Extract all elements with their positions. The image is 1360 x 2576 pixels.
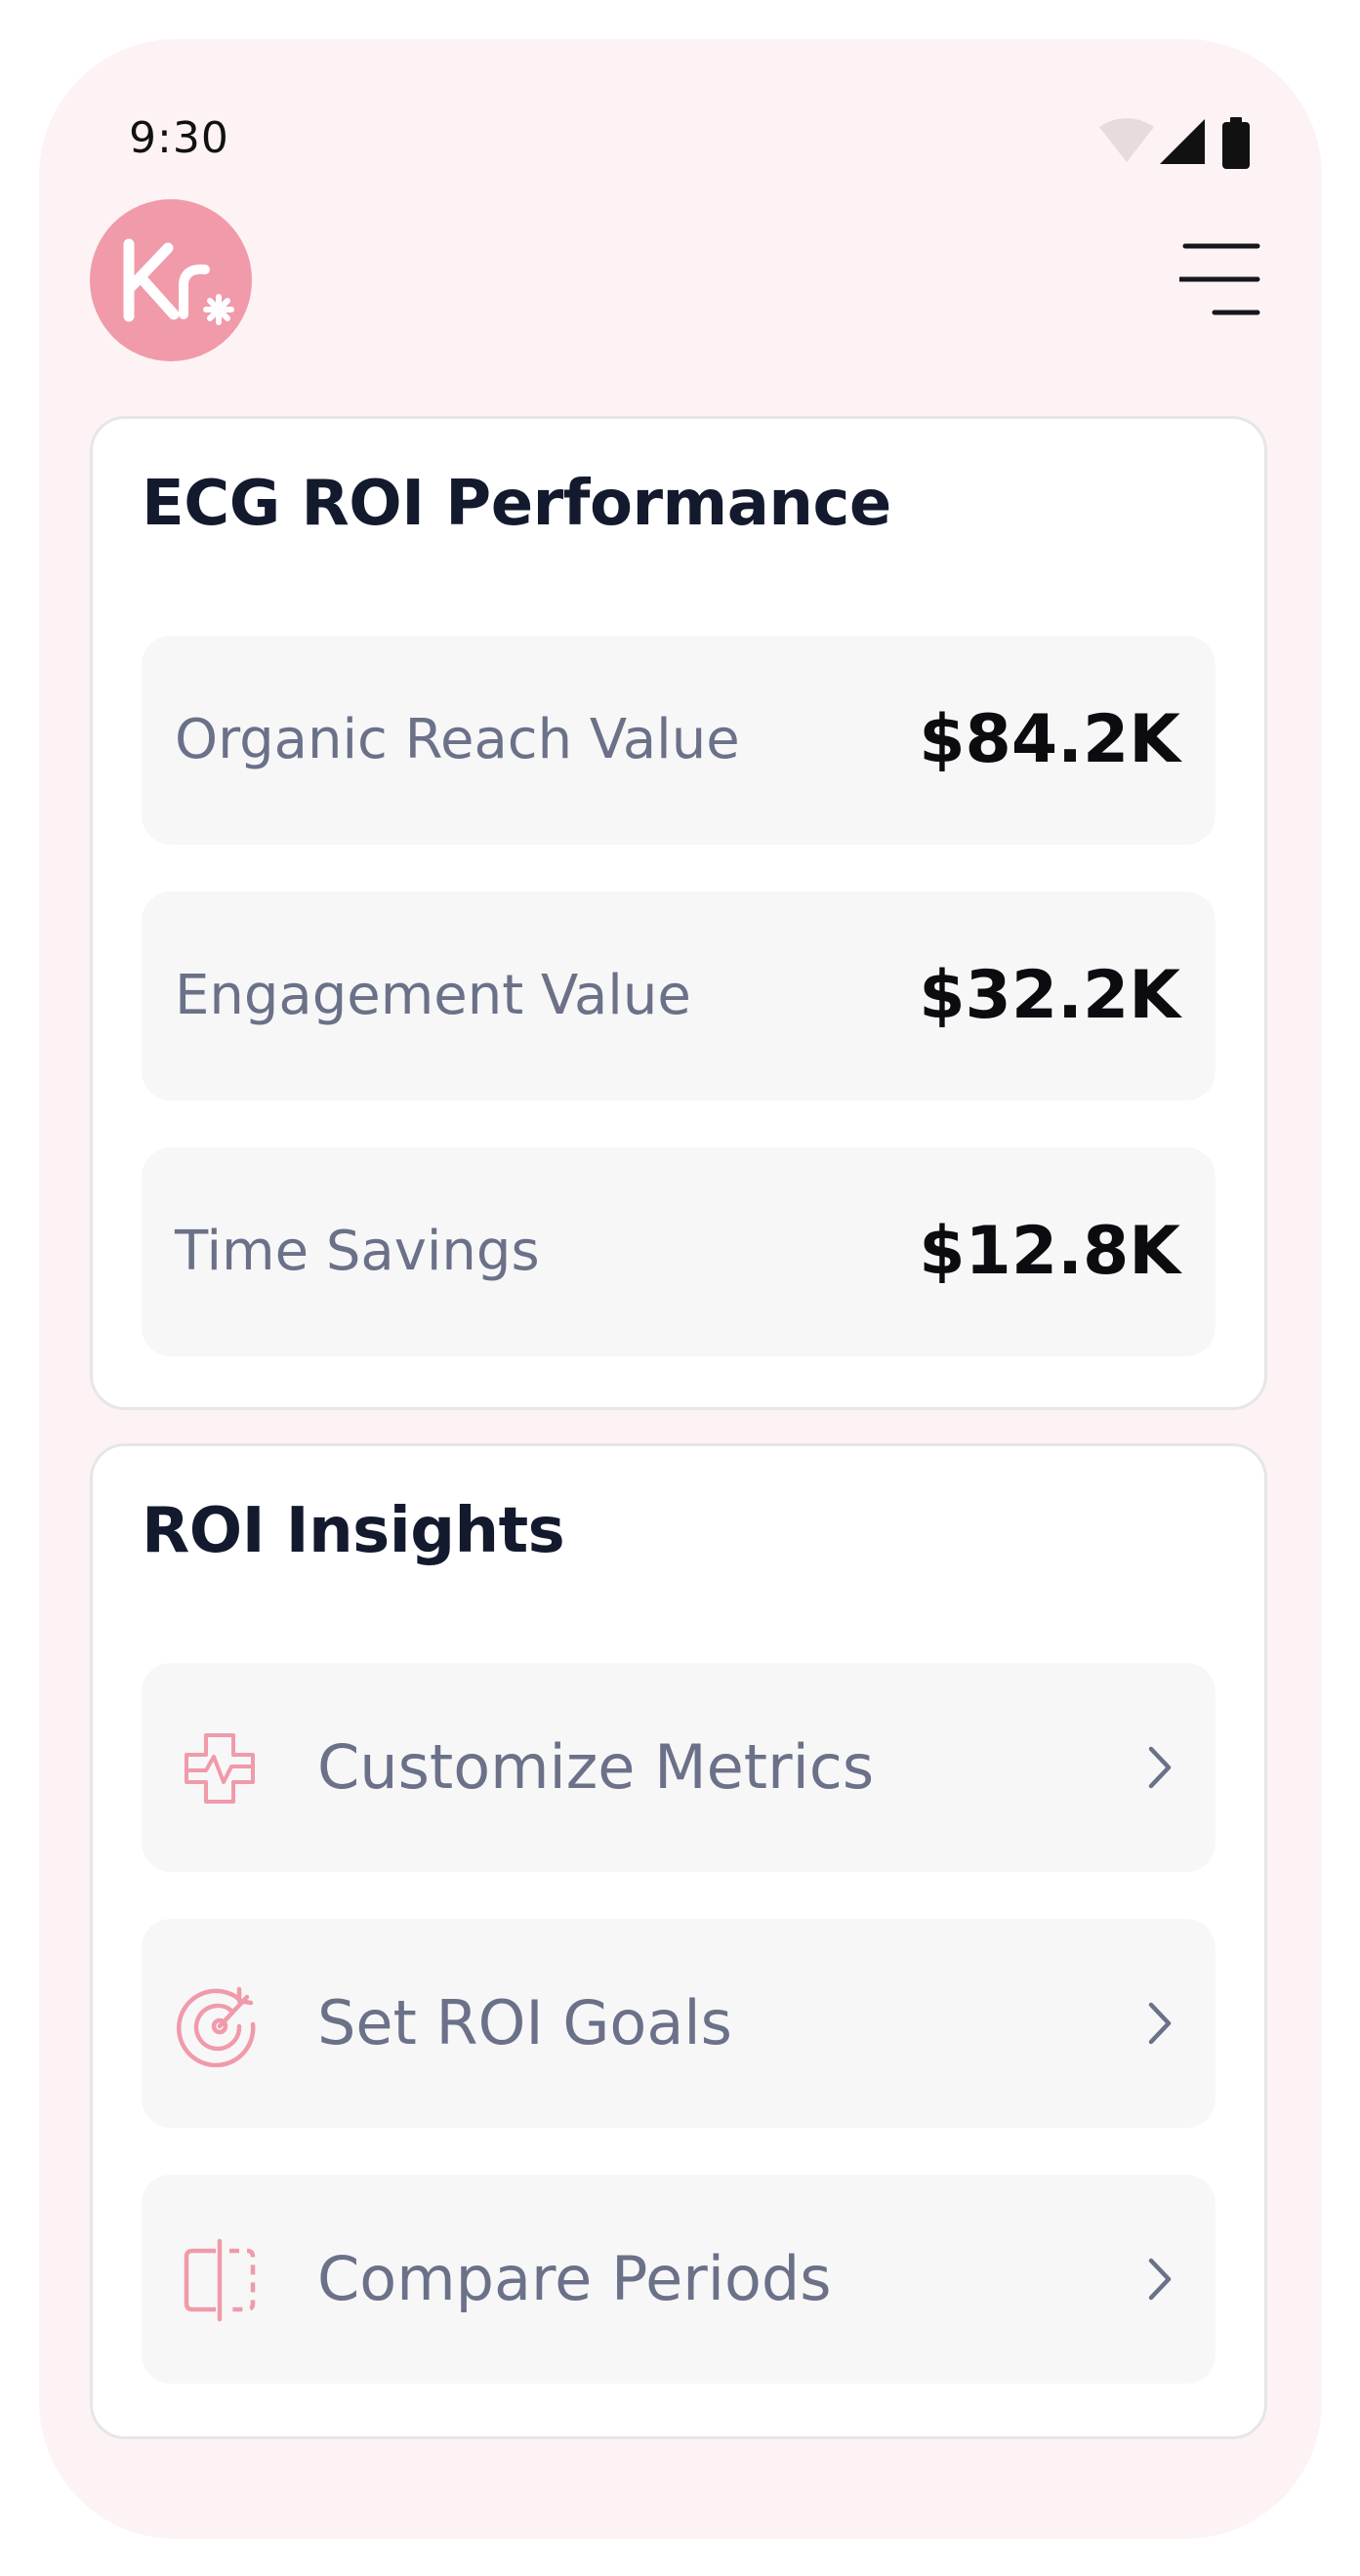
metric-label: Time Savings (175, 1220, 540, 1283)
heart-pulse-icon (185, 1733, 255, 1804)
compare-icon-wrap (177, 2237, 263, 2323)
battery-icon (1222, 117, 1250, 169)
app-logo[interactable] (90, 199, 252, 361)
heart-pulse-icon-wrap (177, 1725, 263, 1811)
metric-row-engagement: Engagement Value $32.2K (142, 892, 1216, 1101)
action-label: Set ROI Goals (317, 1987, 732, 2058)
status-icons (1097, 117, 1254, 170)
metric-label: Organic Reach Value (175, 708, 740, 771)
action-label: Compare Periods (317, 2243, 832, 2314)
roi-insights-card: ROI Insights Customize Metrics Set ROI G… (90, 1443, 1267, 2439)
metric-value: $84.2K (919, 701, 1180, 778)
wifi-icon (1099, 118, 1154, 162)
compare-icon (184, 2238, 256, 2322)
logo-mark-icon (123, 238, 234, 325)
roi-performance-card: ECG ROI Performance Organic Reach Value … (90, 416, 1267, 1410)
metric-row-time-savings: Time Savings $12.8K (142, 1147, 1216, 1356)
chevron-right-icon (1135, 1743, 1184, 1792)
compare-periods-button[interactable]: Compare Periods (142, 2175, 1216, 2384)
roi-performance-title: ECG ROI Performance (142, 468, 891, 540)
roi-insights-title: ROI Insights (142, 1495, 565, 1567)
metric-label: Engagement Value (175, 964, 691, 1027)
target-icon-wrap (177, 1981, 263, 2067)
cellular-signal-icon (1160, 119, 1205, 164)
hamburger-menu-icon (1179, 243, 1260, 315)
metric-value: $32.2K (919, 957, 1180, 1034)
set-roi-goals-button[interactable]: Set ROI Goals (142, 1919, 1216, 2128)
metric-row-organic-reach: Organic Reach Value $84.2K (142, 636, 1216, 845)
menu-button[interactable] (1179, 240, 1261, 318)
phone-screen: 9:30 ECG ROI Performance Organic Reach V… (39, 39, 1322, 2539)
target-icon (177, 1986, 256, 2067)
chevron-right-icon (1135, 2255, 1184, 2304)
action-label: Customize Metrics (317, 1731, 875, 1803)
metric-value: $12.8K (919, 1213, 1180, 1290)
chevron-right-icon (1135, 1999, 1184, 2048)
customize-metrics-button[interactable]: Customize Metrics (142, 1663, 1216, 1872)
status-time: 9:30 (129, 113, 229, 163)
